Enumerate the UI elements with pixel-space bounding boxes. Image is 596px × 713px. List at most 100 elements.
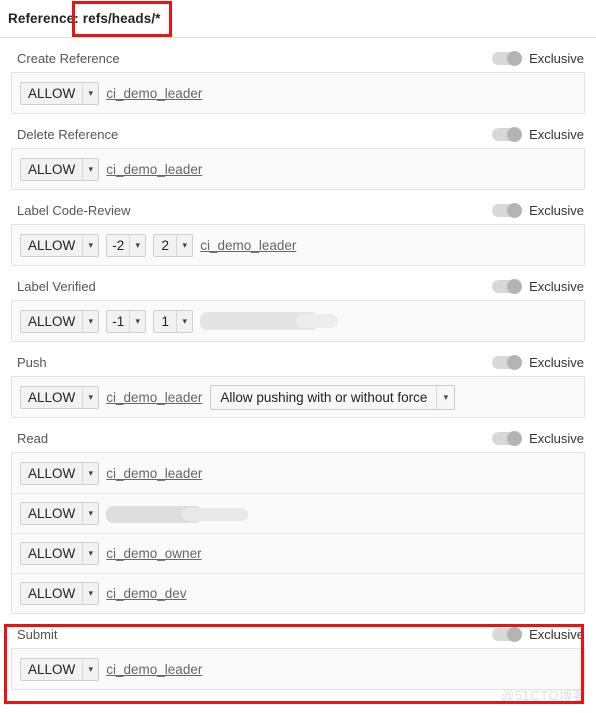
action-value: ALLOW xyxy=(28,506,76,521)
chevron-down-icon: ▾ xyxy=(82,658,98,680)
chevron-down-icon: ▾ xyxy=(176,234,192,256)
group-link[interactable]: ci_demo_owner xyxy=(106,546,201,561)
action-select[interactable]: ALLOW ▾ xyxy=(20,582,100,605)
exclusive-control[interactable]: Exclusive xyxy=(492,278,584,294)
table-row: ALLOW ▾ ci_demo_leader xyxy=(12,453,584,493)
action-value: ALLOW xyxy=(28,237,76,253)
toggle-knob xyxy=(507,278,523,294)
max-value: 2 xyxy=(161,237,170,253)
action-select[interactable]: ALLOW ▾ xyxy=(20,157,100,181)
action-select[interactable]: ALLOW ▾ xyxy=(20,502,100,525)
permission-section-create-reference: Create Reference Exclusive ALLOW ▾ ci_de… xyxy=(11,44,585,114)
rule-rows: ALLOW ▾ ci_demo_leader xyxy=(11,72,585,114)
exclusive-label: Exclusive xyxy=(529,278,584,294)
redacted-group-name xyxy=(106,505,249,523)
toggle-knob xyxy=(507,626,523,642)
exclusive-label: Exclusive xyxy=(529,50,584,66)
action-value: ALLOW xyxy=(28,546,76,561)
chevron-down-icon: ▾ xyxy=(82,158,98,180)
permission-section-label-code-review: Label Code-Review Exclusive ALLOW ▾ -2 ▾… xyxy=(11,196,585,266)
section-header: Label Verified Exclusive xyxy=(11,272,585,300)
exclusive-toggle[interactable] xyxy=(492,202,523,218)
force-push-option-value: Allow pushing with or without force xyxy=(220,389,428,405)
min-value-select[interactable]: -1 ▾ xyxy=(106,309,147,333)
section-header: Delete Reference Exclusive xyxy=(11,120,585,148)
exclusive-control[interactable]: Exclusive xyxy=(492,126,584,142)
section-title: Submit xyxy=(17,626,58,642)
group-link[interactable]: ci_demo_leader xyxy=(106,662,202,677)
table-row: ALLOW ▾ ci_demo_leader Allow pushing wit… xyxy=(12,377,584,417)
group-link[interactable]: ci_demo_leader xyxy=(106,390,202,405)
exclusive-toggle[interactable] xyxy=(492,126,523,142)
permission-section-delete-reference: Delete Reference Exclusive ALLOW ▾ ci_de… xyxy=(11,120,585,190)
chevron-down-icon: ▾ xyxy=(82,234,98,256)
watermark: @51CTO博客 xyxy=(501,688,586,703)
exclusive-label: Exclusive xyxy=(529,430,584,446)
min-value-select[interactable]: -2 ▾ xyxy=(106,233,147,257)
toggle-knob xyxy=(507,50,523,66)
action-select[interactable]: ALLOW ▾ xyxy=(20,542,100,565)
chevron-down-icon: ▾ xyxy=(129,234,145,256)
toggle-knob xyxy=(507,430,523,446)
section-title: Label Verified xyxy=(17,278,96,294)
rule-rows: ALLOW ▾ -1 ▾ 1 ▾ xyxy=(11,300,585,342)
section-header: Submit Exclusive xyxy=(11,620,585,648)
table-row: ALLOW ▾ ci_demo_dev xyxy=(12,573,584,613)
action-select[interactable]: ALLOW ▾ xyxy=(20,657,100,681)
chevron-down-icon: ▾ xyxy=(82,503,98,524)
group-link[interactable]: ci_demo_leader xyxy=(106,86,202,101)
action-select[interactable]: ALLOW ▾ xyxy=(20,81,100,105)
section-header: Label Code-Review Exclusive xyxy=(11,196,585,224)
action-value: ALLOW xyxy=(28,586,76,601)
exclusive-control[interactable]: Exclusive xyxy=(492,430,584,446)
section-title: Read xyxy=(17,430,49,446)
toggle-knob xyxy=(507,202,523,218)
chevron-down-icon: ▾ xyxy=(82,386,98,408)
redacted-group-name xyxy=(200,312,339,330)
rule-rows: ALLOW ▾ ci_demo_leader Allow pushing wit… xyxy=(11,376,585,418)
force-push-option-select[interactable]: Allow pushing with or without force ▾ xyxy=(210,384,456,410)
section-title: Create Reference xyxy=(17,50,120,66)
permission-list: Create Reference Exclusive ALLOW ▾ ci_de… xyxy=(0,44,596,690)
exclusive-toggle[interactable] xyxy=(492,278,523,294)
max-value-select[interactable]: 1 ▾ xyxy=(153,309,194,333)
table-row: ALLOW ▾ -2 ▾ 2 ▾ ci_demo_leader xyxy=(12,225,584,265)
group-link[interactable]: ci_demo_leader xyxy=(106,162,202,177)
chevron-down-icon: ▾ xyxy=(82,82,98,104)
reference-label: Reference: xyxy=(8,11,79,26)
reference-value: refs/heads/* xyxy=(82,11,161,26)
group-link[interactable]: ci_demo_dev xyxy=(106,586,186,601)
chevron-down-icon: ▾ xyxy=(82,583,98,604)
action-value: ALLOW xyxy=(28,389,76,405)
table-row: ALLOW ▾ ci_demo_owner xyxy=(12,533,584,573)
table-row: ALLOW ▾ ci_demo_leader xyxy=(12,149,584,189)
rule-rows: ALLOW ▾ -2 ▾ 2 ▾ ci_demo_leader xyxy=(11,224,585,266)
action-select[interactable]: ALLOW ▾ xyxy=(20,461,100,485)
exclusive-control[interactable]: Exclusive xyxy=(492,354,584,370)
action-value: ALLOW xyxy=(28,85,76,101)
group-link[interactable]: ci_demo_leader xyxy=(200,238,296,253)
exclusive-toggle[interactable] xyxy=(492,626,523,642)
min-value: -1 xyxy=(112,313,125,329)
section-title: Push xyxy=(17,354,47,370)
exclusive-toggle[interactable] xyxy=(492,50,523,66)
exclusive-control[interactable]: Exclusive xyxy=(492,202,584,218)
permission-section-read: Read Exclusive ALLOW ▾ ci_demo_leader AL… xyxy=(11,424,585,614)
exclusive-toggle[interactable] xyxy=(492,354,523,370)
action-select[interactable]: ALLOW ▾ xyxy=(20,309,100,333)
action-select[interactable]: ALLOW ▾ xyxy=(20,385,100,409)
section-title: Label Code-Review xyxy=(17,202,131,218)
max-value-select[interactable]: 2 ▾ xyxy=(153,233,194,257)
rule-rows: ALLOW ▾ ci_demo_leader ALLOW ▾ ALLOW ▾ c… xyxy=(11,452,585,614)
exclusive-label: Exclusive xyxy=(529,202,584,218)
exclusive-control[interactable]: Exclusive xyxy=(492,50,584,66)
exclusive-toggle[interactable] xyxy=(492,430,523,446)
exclusive-control[interactable]: Exclusive xyxy=(492,626,584,642)
permission-section-push: Push Exclusive ALLOW ▾ ci_demo_leader Al… xyxy=(11,348,585,418)
group-link[interactable]: ci_demo_leader xyxy=(106,466,202,481)
action-select[interactable]: ALLOW ▾ xyxy=(20,233,100,257)
action-value: ALLOW xyxy=(28,161,76,177)
chevron-down-icon: ▾ xyxy=(82,462,98,484)
chevron-down-icon: ▾ xyxy=(436,385,454,409)
chevron-down-icon: ▾ xyxy=(176,310,192,332)
